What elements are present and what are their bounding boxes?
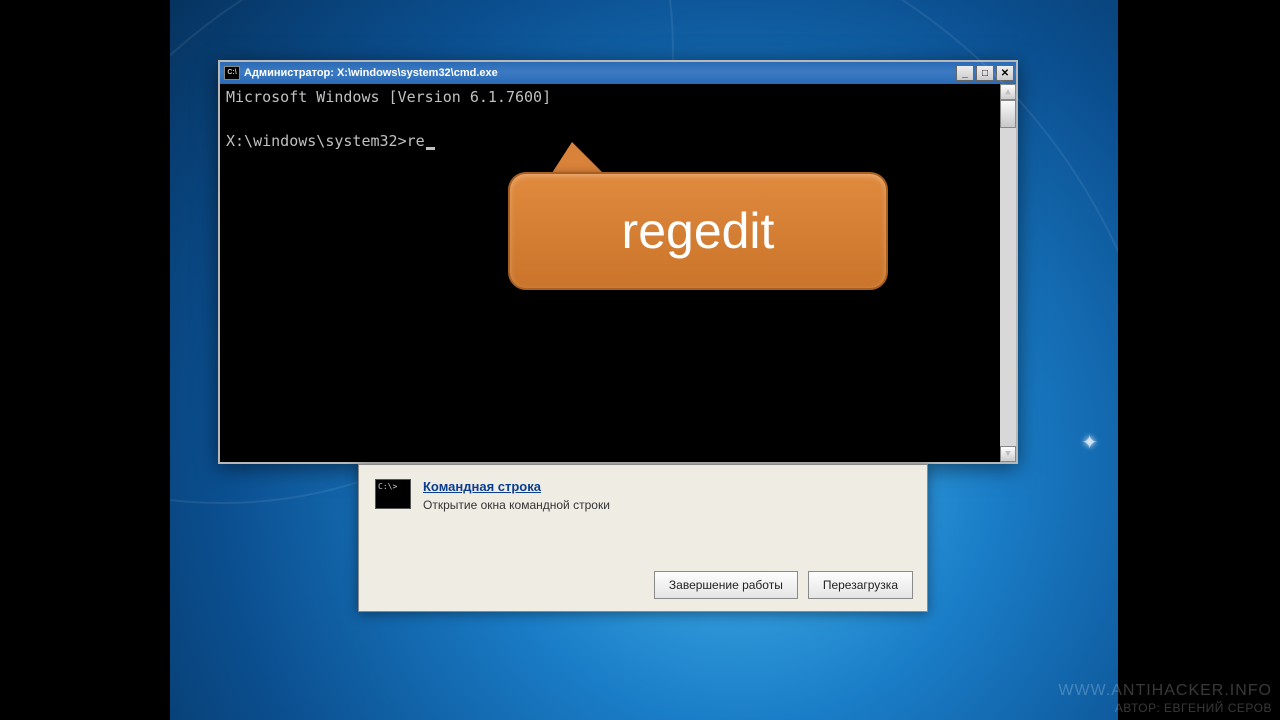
cmd-typed-text: re <box>407 132 425 150</box>
watermark-line2: АВТОР: ЕВГЕНИЙ СЕРОВ <box>1058 701 1272 716</box>
scrollbar-down-arrow-icon[interactable]: ▼ <box>1000 446 1016 462</box>
recovery-options-panel: Командная строка Открытие окна командной… <box>358 464 928 612</box>
panel-item-command-prompt: Командная строка Открытие окна командной… <box>375 479 911 512</box>
decorative-sparkle: ✦ <box>1081 430 1098 455</box>
window-controls: _ □ ✕ <box>956 65 1014 81</box>
close-button[interactable]: ✕ <box>996 65 1014 81</box>
cmd-window: C:\ Администратор: X:\windows\system32\c… <box>218 60 1018 464</box>
watermark: WWW.ANTIHACKER.INFO АВТОР: ЕВГЕНИЙ СЕРОВ <box>1058 681 1272 716</box>
command-prompt-description: Открытие окна командной строки <box>423 498 610 512</box>
cmd-scrollbar[interactable]: ▲ ▼ <box>1000 84 1016 462</box>
scrollbar-thumb[interactable] <box>1000 100 1016 128</box>
scrollbar-track[interactable] <box>1000 128 1016 446</box>
cmd-output-line: Microsoft Windows [Version 6.1.7600] <box>226 88 551 106</box>
callout-text: regedit <box>622 202 775 260</box>
shutdown-button[interactable]: Завершение работы <box>654 571 798 599</box>
panel-buttons: Завершение работы Перезагрузка <box>654 571 913 599</box>
callout-tail <box>550 142 606 176</box>
cmd-prompt: X:\windows\system32> <box>226 132 407 150</box>
command-prompt-link[interactable]: Командная строка <box>423 479 541 494</box>
cmd-body[interactable]: Microsoft Windows [Version 6.1.7600] X:\… <box>220 84 1016 462</box>
restart-button[interactable]: Перезагрузка <box>808 571 913 599</box>
cmd-system-icon[interactable]: C:\ <box>224 66 240 80</box>
watermark-line1: WWW.ANTIHACKER.INFO <box>1058 681 1272 701</box>
minimize-button[interactable]: _ <box>956 65 974 81</box>
scrollbar-up-arrow-icon[interactable]: ▲ <box>1000 84 1016 100</box>
maximize-button[interactable]: □ <box>976 65 994 81</box>
cmd-titlebar[interactable]: C:\ Администратор: X:\windows\system32\c… <box>220 62 1016 84</box>
command-prompt-icon <box>375 479 411 509</box>
cmd-cursor <box>426 147 435 150</box>
desktop-background: ✦ C:\ Администратор: X:\windows\system32… <box>170 0 1118 720</box>
cmd-window-title: Администратор: X:\windows\system32\cmd.e… <box>244 67 956 79</box>
panel-item-text: Командная строка Открытие окна командной… <box>423 479 610 512</box>
annotation-callout: regedit <box>508 172 888 290</box>
